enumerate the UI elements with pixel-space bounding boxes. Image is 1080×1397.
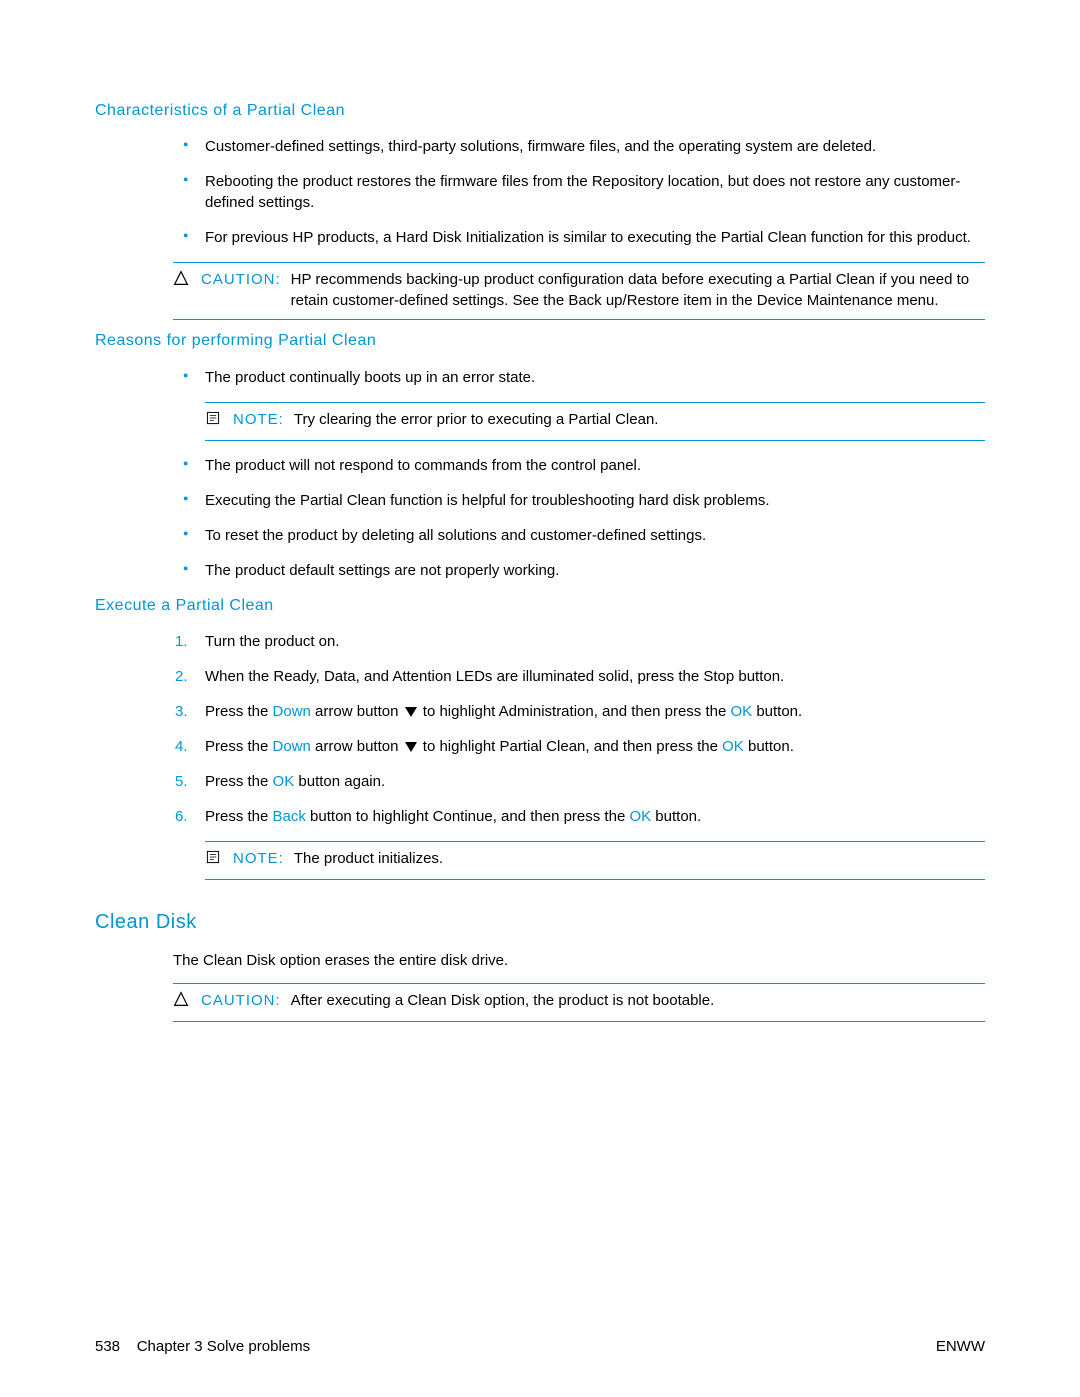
ok-label: OK bbox=[722, 738, 744, 755]
heading-execute: Execute a Partial Clean bbox=[95, 595, 985, 617]
note-icon bbox=[205, 849, 229, 871]
reasons-list-1: The product continually boots up in an e… bbox=[95, 367, 985, 388]
step-text: button. bbox=[752, 703, 802, 720]
ok-label: OK bbox=[273, 773, 295, 790]
down-arrow-icon bbox=[405, 707, 417, 717]
clean-disk-text: The Clean Disk option erases the entire … bbox=[173, 950, 985, 971]
page: Characteristics of a Partial Clean Custo… bbox=[0, 0, 1080, 1397]
step-item: Press the OK button again. bbox=[95, 771, 985, 792]
ok-label: OK bbox=[629, 808, 651, 825]
ok-label: OK bbox=[730, 703, 752, 720]
list-item: Executing the Partial Clean function is … bbox=[95, 490, 985, 511]
step-item: Press the Back button to highlight Conti… bbox=[95, 806, 985, 827]
chapter-title: Chapter 3 Solve problems bbox=[137, 1338, 310, 1355]
note-text: Try clearing the error prior to executin… bbox=[294, 409, 981, 430]
step-text: to highlight Partial Clean, and then pre… bbox=[419, 738, 723, 755]
page-footer: 538 Chapter 3 Solve problems ENWW bbox=[95, 1336, 985, 1357]
back-label: Back bbox=[273, 808, 306, 825]
step-text: Press the bbox=[205, 773, 273, 790]
list-item: To reset the product by deleting all sol… bbox=[95, 525, 985, 546]
heading-clean-disk: Clean Disk bbox=[95, 908, 985, 936]
note-label: NOTE: bbox=[233, 409, 284, 430]
execute-steps: Turn the product on. When the Ready, Dat… bbox=[95, 631, 985, 827]
note-text: The product initializes. bbox=[294, 848, 981, 869]
note-label: NOTE: bbox=[233, 848, 284, 869]
caution-label: CAUTION: bbox=[201, 269, 281, 290]
caution-admonition: CAUTION: After executing a Clean Disk op… bbox=[173, 983, 985, 1022]
heading-characteristics: Characteristics of a Partial Clean bbox=[95, 100, 985, 122]
caution-icon bbox=[173, 270, 197, 292]
caution-text: HP recommends backing-up product configu… bbox=[291, 269, 981, 311]
list-item: The product will not respond to commands… bbox=[95, 455, 985, 476]
step-text: button. bbox=[651, 808, 701, 825]
step-text: Press the bbox=[205, 738, 273, 755]
caution-label: CAUTION: bbox=[201, 990, 281, 1011]
list-item: Rebooting the product restores the firmw… bbox=[95, 171, 985, 213]
step-text: button to highlight Continue, and then p… bbox=[306, 808, 630, 825]
list-item: The product default settings are not pro… bbox=[95, 560, 985, 581]
step-item: When the Ready, Data, and Attention LEDs… bbox=[95, 666, 985, 687]
caution-icon bbox=[173, 991, 197, 1013]
step-text: button again. bbox=[294, 773, 385, 790]
footer-right: ENWW bbox=[936, 1336, 985, 1357]
note-icon bbox=[205, 410, 229, 432]
characteristics-list: Customer-defined settings, third-party s… bbox=[95, 136, 985, 248]
list-item: For previous HP products, a Hard Disk In… bbox=[95, 227, 985, 248]
step-item: Press the Down arrow button to highlight… bbox=[95, 701, 985, 722]
list-item: The product continually boots up in an e… bbox=[95, 367, 985, 388]
down-label: Down bbox=[273, 703, 311, 720]
down-label: Down bbox=[273, 738, 311, 755]
caution-text: After executing a Clean Disk option, the… bbox=[291, 990, 981, 1011]
step-text: arrow button bbox=[311, 738, 403, 755]
step-item: Turn the product on. bbox=[95, 631, 985, 652]
step-text: button. bbox=[744, 738, 794, 755]
page-number: 538 bbox=[95, 1338, 120, 1355]
list-item: Customer-defined settings, third-party s… bbox=[95, 136, 985, 157]
step-text: Press the bbox=[205, 703, 273, 720]
step-text: Press the bbox=[205, 808, 273, 825]
step-text: to highlight Administration, and then pr… bbox=[419, 703, 731, 720]
down-arrow-icon bbox=[405, 742, 417, 752]
caution-admonition: CAUTION: HP recommends backing-up produc… bbox=[173, 262, 985, 320]
note-admonition: NOTE: Try clearing the error prior to ex… bbox=[205, 402, 985, 441]
note-admonition: NOTE: The product initializes. bbox=[205, 841, 985, 880]
step-item: Press the Down arrow button to highlight… bbox=[95, 736, 985, 757]
heading-reasons: Reasons for performing Partial Clean bbox=[95, 330, 985, 352]
reasons-list-2: The product will not respond to commands… bbox=[95, 455, 985, 581]
step-text: arrow button bbox=[311, 703, 403, 720]
